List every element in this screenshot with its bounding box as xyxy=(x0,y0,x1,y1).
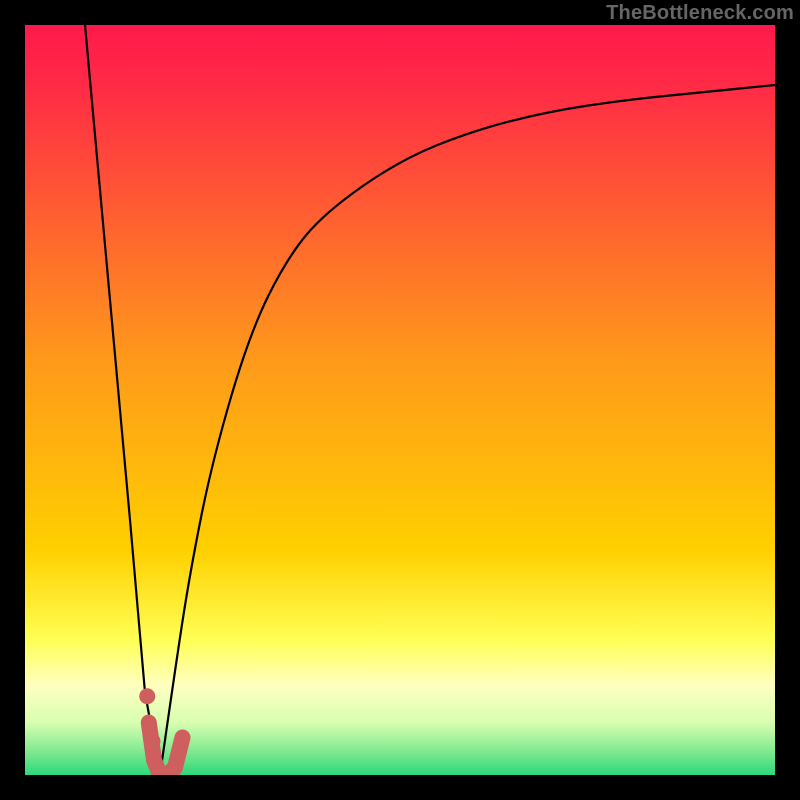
optimum-marker-dot xyxy=(139,688,155,704)
optimum-marker-dot xyxy=(145,733,161,749)
plot-area xyxy=(25,25,775,775)
watermark-text: TheBottleneck.com xyxy=(606,2,794,25)
chart-frame: TheBottleneck.com xyxy=(0,0,800,800)
gradient-background xyxy=(25,25,775,775)
bottleneck-curve-chart xyxy=(25,25,775,775)
